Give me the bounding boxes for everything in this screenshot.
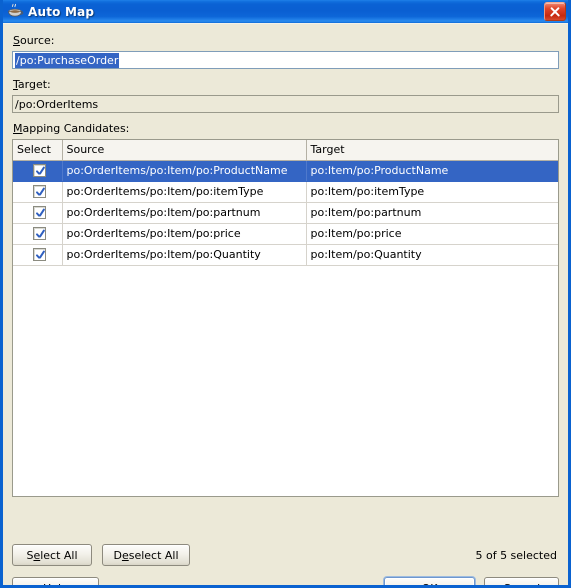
mapping-candidates-label-rest: apping Candidates: — [22, 122, 130, 135]
checkbox-checked-icon[interactable] — [32, 227, 46, 241]
table-row[interactable]: po:OrderItems/po:Item/po:itemType po:Ite… — [13, 181, 558, 203]
select-all-label-pre: S — [26, 548, 34, 562]
row-source-cell: po:OrderItems/po:Item/po:price — [62, 223, 307, 245]
checkbox-checked-icon[interactable] — [32, 248, 46, 262]
table-row[interactable]: po:OrderItems/po:Item/po:price po:Item/p… — [13, 223, 558, 245]
help-label-pre: H — [43, 582, 51, 586]
checkbox-checked-icon[interactable] — [32, 206, 46, 220]
row-target-cell: po:Item/po:partnum — [306, 202, 558, 224]
table-row[interactable]: po:OrderItems/po:Item/po:partnum po:Item… — [13, 202, 558, 224]
table-body: po:OrderItems/po:Item/po:ProductName po:… — [13, 160, 558, 266]
window-title: Auto Map — [28, 4, 95, 19]
table-row[interactable]: po:OrderItems/po:Item/po:Quantity po:Ite… — [13, 244, 558, 266]
deselect-all-button[interactable]: De select All — [102, 544, 190, 566]
mapping-candidates-label-mnemonic: M — [13, 122, 23, 135]
checkbox-checked-icon[interactable] — [32, 185, 46, 199]
column-header-select[interactable]: Select — [13, 140, 63, 161]
close-icon[interactable] — [544, 2, 566, 21]
cancel-button[interactable]: Cancel — [484, 577, 559, 585]
select-all-button[interactable]: Se lect All — [12, 544, 92, 566]
source-input-value: /po:PurchaseOrder — [15, 52, 120, 68]
deselect-all-label-mnemonic: e — [121, 548, 129, 562]
row-target-cell: po:Item/po:itemType — [306, 181, 558, 203]
target-input[interactable]: /po:OrderItems — [12, 95, 559, 113]
select-all-label-mnemonic: e — [33, 548, 41, 562]
dialog-body: Source: /po:PurchaseOrder Target: /po:Or… — [3, 23, 568, 585]
row-target-cell: po:Item/po:ProductName — [306, 160, 558, 182]
help-label-post: lp — [58, 582, 68, 586]
row-checkbox-cell[interactable] — [13, 160, 63, 182]
row-source-cell: po:OrderItems/po:Item/po:ProductName — [62, 160, 307, 182]
auto-map-dialog: Auto Map Source: /po:PurchaseOrder Targe… — [0, 0, 571, 588]
row-checkbox-cell[interactable] — [13, 223, 63, 245]
target-input-value: /po:OrderItems — [15, 97, 99, 111]
ok-button[interactable]: OK — [384, 577, 475, 585]
mapping-candidates-label: Mapping Candidates: — [13, 122, 559, 136]
source-label-mnemonic: S — [13, 34, 20, 47]
row-checkbox-cell[interactable] — [13, 244, 63, 266]
help-button[interactable]: Help — [12, 577, 99, 585]
title-bar[interactable]: Auto Map — [3, 0, 568, 23]
column-header-target[interactable]: Target — [306, 140, 558, 161]
deselect-all-label-pre: D — [113, 548, 122, 562]
source-label: Source: — [13, 34, 559, 48]
row-checkbox-cell[interactable] — [13, 202, 63, 224]
select-all-label-post: lect All — [40, 548, 78, 562]
row-source-cell: po:OrderItems/po:Item/po:partnum — [62, 202, 307, 224]
deselect-all-label-post: select All — [128, 548, 179, 562]
source-label-rest: ource: — [19, 34, 55, 47]
row-target-cell: po:Item/po:price — [306, 223, 558, 245]
target-label: Target: — [13, 78, 559, 92]
table-row[interactable]: po:OrderItems/po:Item/po:ProductName po:… — [13, 160, 558, 182]
table-header-row: Select Source Target — [13, 140, 558, 161]
row-source-cell: po:OrderItems/po:Item/po:itemType — [62, 181, 307, 203]
selection-actions-row: Se lect All De select All 5 of 5 selected — [12, 544, 559, 566]
coffee-cup-icon — [7, 3, 24, 20]
mapping-candidates-table[interactable]: Select Source Target po:OrderItems/po:It… — [12, 139, 559, 497]
column-header-source[interactable]: Source — [62, 140, 307, 161]
row-source-cell: po:OrderItems/po:Item/po:Quantity — [62, 244, 307, 266]
selection-count-status: 5 of 5 selected — [475, 548, 557, 562]
dialog-footer: Help OK Cancel — [12, 577, 559, 585]
row-target-cell: po:Item/po:Quantity — [306, 244, 558, 266]
checkbox-checked-icon[interactable] — [32, 164, 46, 178]
source-input[interactable]: /po:PurchaseOrder — [12, 51, 559, 69]
target-label-rest: arget: — [17, 78, 51, 91]
help-label-mnemonic: e — [51, 582, 58, 586]
row-checkbox-cell[interactable] — [13, 181, 63, 203]
